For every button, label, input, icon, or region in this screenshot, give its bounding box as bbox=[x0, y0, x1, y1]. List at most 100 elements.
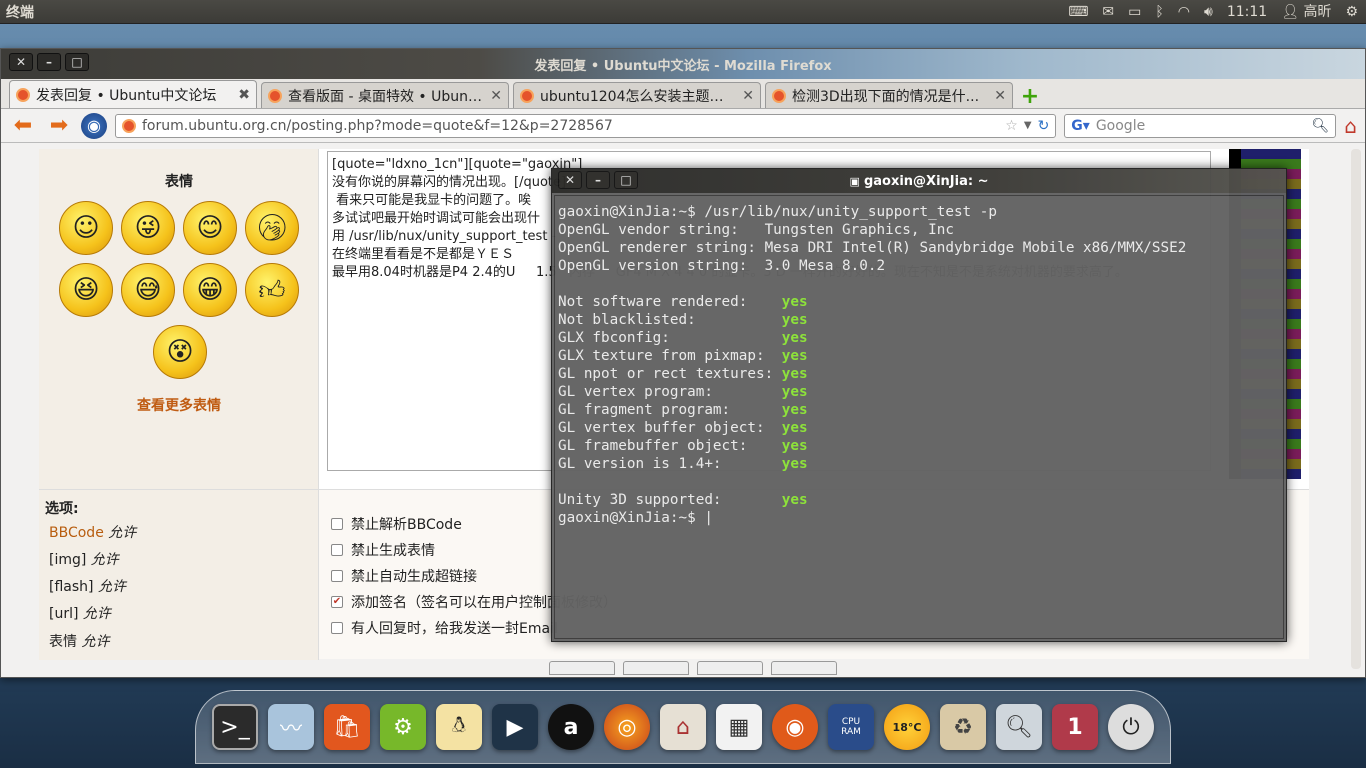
close-icon[interactable]: ✕ bbox=[558, 171, 582, 189]
tab-install-theme[interactable]: ubuntu1204怎么安装主题呢... ✕ bbox=[513, 82, 761, 108]
cancel-button[interactable] bbox=[771, 661, 837, 675]
power-icon[interactable]: ⏻ bbox=[1108, 704, 1154, 750]
volume-icon[interactable]: 🔊︎ bbox=[1204, 0, 1213, 24]
checkbox-notify-email[interactable]: 有人回复时，给我发送一封Email bbox=[331, 618, 558, 638]
xbmc-icon[interactable]: ▶ bbox=[492, 704, 538, 750]
bluetooth-icon[interactable]: ᛒ bbox=[1155, 0, 1163, 24]
firefox-icon[interactable]: ◎ bbox=[604, 704, 650, 750]
check-label: Not software rendered: bbox=[558, 294, 782, 310]
new-tab-plus-icon[interactable]: + bbox=[1017, 84, 1043, 109]
ubuntu-logo-icon bbox=[16, 87, 30, 102]
firefox-titlebar[interactable]: ✕ – □ 发表回复 • Ubuntu中文论坛 - Mozilla Firefo… bbox=[1, 49, 1365, 79]
maximize-icon[interactable]: □ bbox=[614, 171, 638, 189]
keyboard-icon[interactable]: ⌨ bbox=[1068, 0, 1088, 24]
checkbox-label: 禁止解析BBCode bbox=[351, 517, 462, 533]
ubuntu-logo-icon bbox=[520, 88, 534, 103]
workspace-switcher-icon[interactable]: 1 bbox=[1052, 704, 1098, 750]
terminal-app-icon[interactable]: >_ bbox=[212, 704, 258, 750]
url-bar[interactable]: forum.ubuntu.org.cn/posting.php?mode=quo… bbox=[115, 113, 1057, 138]
smiley-sweat-icon[interactable]: 😅︎ bbox=[121, 263, 175, 317]
submit-button[interactable] bbox=[623, 661, 689, 675]
smiley-dizzy-icon[interactable]: 😵︎ bbox=[153, 325, 207, 379]
option-value: 允许 bbox=[82, 606, 111, 622]
home-folder-icon[interactable]: ⌂ bbox=[660, 704, 706, 750]
smiley-thumbsup-icon[interactable]: 👍︎ bbox=[245, 263, 299, 317]
option-key-link[interactable]: BBCode bbox=[49, 525, 104, 541]
bookmark-star-icon[interactable]: ☆ bbox=[1005, 118, 1018, 134]
ubuntu-logo-icon[interactable]: ◉ bbox=[772, 704, 818, 750]
checkbox-disable-autolink[interactable]: 禁止自动生成超链接 bbox=[331, 566, 477, 586]
terminal-output[interactable]: gaoxin@XinJia:~$ /usr/lib/nux/unity_supp… bbox=[558, 203, 1282, 633]
check-label: GL vertex program: bbox=[558, 384, 782, 400]
trash-icon[interactable]: ♻ bbox=[940, 704, 986, 750]
checkbox-checked[interactable]: ✔ bbox=[331, 596, 343, 608]
check-label: GL npot or rect textures: bbox=[558, 366, 782, 382]
minimize-icon[interactable]: – bbox=[586, 171, 610, 189]
ubuntu-tweak-icon[interactable]: ⚙ bbox=[380, 704, 426, 750]
smiley-laugh-icon[interactable]: 😆︎ bbox=[59, 263, 113, 317]
system-monitor-icon[interactable]: 〰 bbox=[268, 704, 314, 750]
forward-arrow-icon[interactable]: ➡ bbox=[45, 113, 73, 138]
checkbox-disable-bbcode[interactable]: 禁止解析BBCode bbox=[331, 514, 462, 534]
preview-button[interactable] bbox=[549, 661, 615, 675]
reload-icon[interactable]: ↻ bbox=[1038, 118, 1050, 134]
google-g-icon[interactable]: G▾ bbox=[1071, 118, 1090, 134]
a-app-icon[interactable]: a bbox=[548, 704, 594, 750]
close-icon[interactable]: ✕ bbox=[742, 88, 754, 104]
terminal-summary-line: Unity 3D supported: yes bbox=[558, 491, 1282, 509]
smiley-smile-icon[interactable]: ☺ bbox=[59, 201, 113, 255]
search-magnifier-icon[interactable]: 🔍︎ bbox=[1312, 118, 1330, 134]
cpu-ram-monitor-icon[interactable]: CPU RAM bbox=[828, 704, 874, 750]
checkbox-label: 禁止自动生成超链接 bbox=[351, 569, 477, 585]
home-icon[interactable]: ⌂ bbox=[1344, 114, 1357, 138]
smiley-shy-icon[interactable]: 😊︎ bbox=[183, 201, 237, 255]
smiley-tongue-icon[interactable]: 😜︎ bbox=[121, 201, 175, 255]
more-smileys-link[interactable]: 查看更多表情 bbox=[39, 395, 319, 415]
close-icon[interactable]: ✖ bbox=[238, 87, 250, 103]
check-value: yes bbox=[781, 312, 808, 328]
checkbox[interactable] bbox=[331, 622, 343, 634]
clock-magnifier-icon[interactable]: 🔍︎ bbox=[996, 704, 1042, 750]
save-button[interactable] bbox=[697, 661, 763, 675]
search-input[interactable]: Google bbox=[1096, 118, 1306, 134]
smiley-covermouth-icon[interactable]: 🤭︎ bbox=[245, 201, 299, 255]
ubuntu-logo-icon bbox=[268, 88, 282, 103]
page-scrollbar[interactable] bbox=[1351, 149, 1361, 669]
close-icon[interactable]: ✕ bbox=[994, 88, 1006, 104]
search-bar[interactable]: G▾ Google 🔍︎ bbox=[1064, 113, 1337, 138]
wifi-icon[interactable]: ◠ bbox=[1178, 0, 1190, 24]
power-gear-icon[interactable]: ⚙ bbox=[1345, 0, 1358, 24]
maximize-icon[interactable]: □ bbox=[65, 53, 89, 71]
checkbox[interactable] bbox=[331, 518, 343, 530]
checkbox[interactable] bbox=[331, 544, 343, 556]
close-icon[interactable]: ✕ bbox=[9, 53, 33, 71]
option-flash: [flash] 允许 bbox=[49, 576, 126, 596]
smiley-grin-icon[interactable]: 😁︎ bbox=[183, 263, 237, 317]
close-icon[interactable]: ✕ bbox=[490, 88, 502, 104]
calculator-icon[interactable]: ▦ bbox=[716, 704, 762, 750]
bookmark-globe-icon[interactable]: ◉ bbox=[81, 112, 107, 139]
tab-view-forum[interactable]: 查看版面 - 桌面特效 • Ubunt... ✕ bbox=[261, 82, 509, 108]
option-value: 允许 bbox=[81, 634, 110, 650]
weather-sun-icon[interactable]: 18°C bbox=[884, 704, 930, 750]
software-center-bag-icon[interactable]: 🛍︎ bbox=[324, 704, 370, 750]
checkbox[interactable] bbox=[331, 570, 343, 582]
terminal-titlebar[interactable]: ✕ – □ ▣ gaoxin@XinJia: ~ bbox=[552, 169, 1286, 193]
dropdown-arrow-icon[interactable]: ▼ bbox=[1024, 120, 1032, 131]
terminal-title: gaoxin@XinJia: ~ bbox=[863, 173, 989, 189]
clock[interactable]: 11:11 bbox=[1227, 0, 1267, 24]
terminal-window[interactable]: ✕ – □ ▣ gaoxin@XinJia: ~ gaoxin@XinJia:~… bbox=[551, 168, 1287, 642]
checkbox-disable-smileys[interactable]: 禁止生成表情 bbox=[331, 540, 435, 560]
check-value: yes bbox=[781, 348, 808, 364]
terminal-prompt-line[interactable]: gaoxin@XinJia:~$ | bbox=[558, 509, 1282, 527]
option-key: 表情 bbox=[49, 634, 77, 650]
battery-icon[interactable]: ▭ bbox=[1128, 0, 1141, 24]
minimize-icon[interactable]: – bbox=[37, 53, 61, 71]
tab-post-reply[interactable]: 发表回复 • Ubuntu中文论坛 ✖ bbox=[9, 80, 257, 108]
user-menu[interactable]: 👤︎ 高昕 bbox=[1281, 0, 1331, 24]
tab-3d-detect[interactable]: 检测3D出现下面的情况是什... ✕ bbox=[765, 82, 1013, 108]
qq-penguin-mail-icon[interactable]: 🐧︎ bbox=[436, 704, 482, 750]
terminal-check-line: GL vertex buffer object: yes bbox=[558, 419, 1282, 437]
back-arrow-icon[interactable]: ⬅ bbox=[9, 113, 37, 138]
mail-icon[interactable]: ✉ bbox=[1102, 0, 1114, 24]
